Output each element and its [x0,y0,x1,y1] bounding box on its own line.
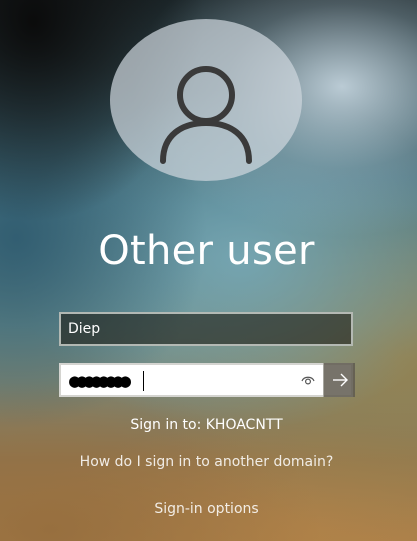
arrow-right-icon [333,373,348,387]
username-input[interactable] [61,314,351,344]
another-domain-link-row: How do I sign in to another domain? [0,454,413,470]
sign-in-options-link[interactable]: Sign-in options [154,501,258,517]
password-input[interactable]: ●●●●●●●● [69,369,131,393]
submit-button[interactable] [323,363,355,397]
eye-icon [301,376,315,385]
another-domain-link[interactable]: How do I sign in to another domain? [80,454,334,470]
user-display-name: Other user [98,228,315,274]
username-field[interactable] [59,312,353,346]
reveal-password-button[interactable] [297,370,319,390]
password-field[interactable]: ●●●●●●●● [59,363,355,397]
text-caret [143,371,144,391]
user-avatar [110,19,302,181]
sign-in-options-row: Sign-in options [0,501,413,517]
sign-in-domain-label: Sign in to: KHOACNTT [130,417,283,433]
user-silhouette-icon [160,66,252,164]
